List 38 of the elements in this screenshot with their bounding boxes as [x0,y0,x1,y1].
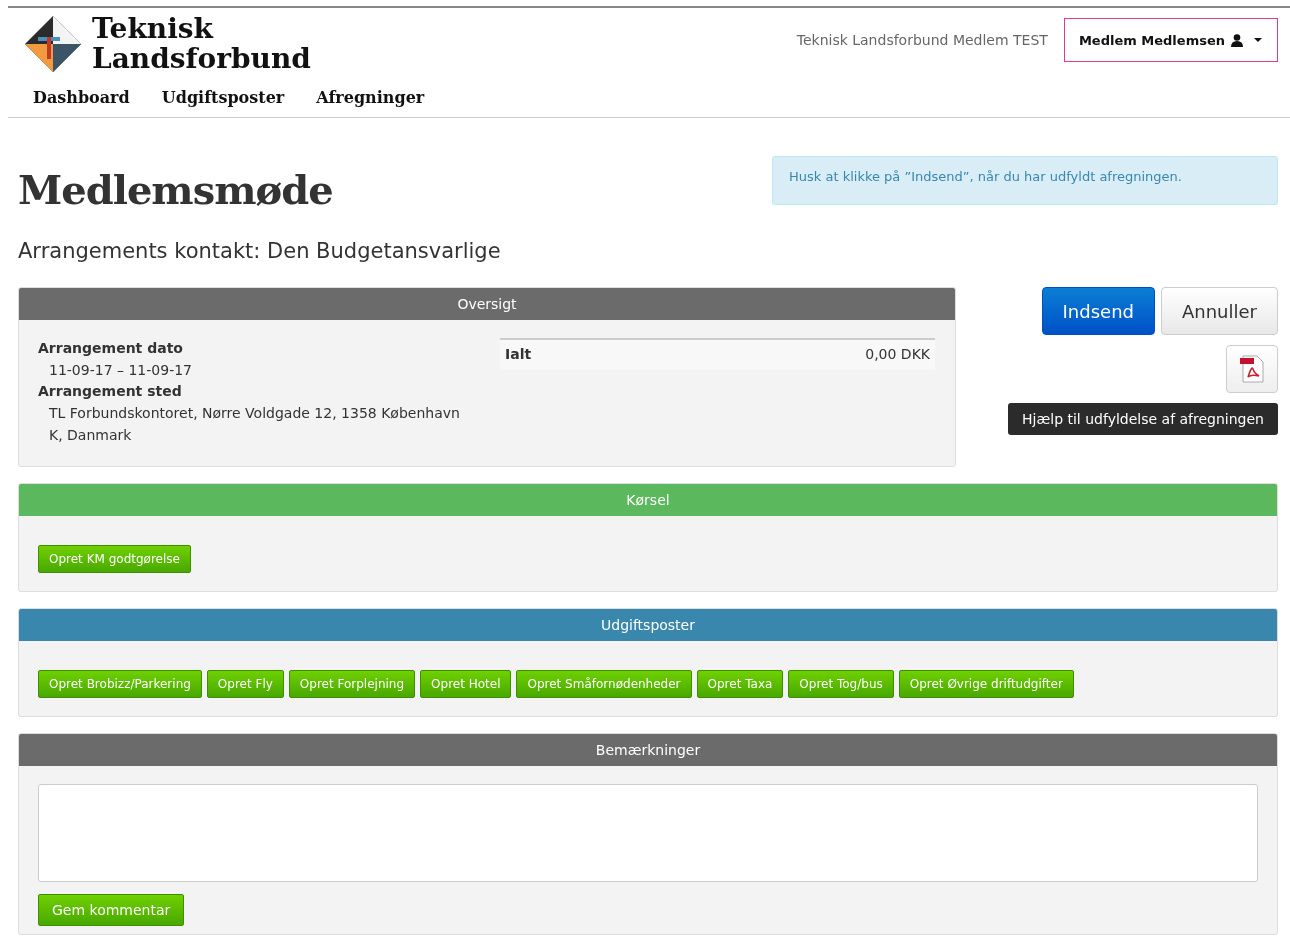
pdf-file-icon [1240,355,1264,383]
logo-text: Teknisk Landsforbund [92,14,311,74]
nav-link[interactable]: Afregninger [316,88,425,107]
panel-header: Oversigt [19,288,955,320]
logo-icon [24,15,82,73]
nav-link[interactable]: Dashboard [33,88,130,107]
create-button[interactable]: Opret Brobizz/Parkering [38,670,202,698]
create-button[interactable]: Opret Tog/bus [788,670,894,698]
page-title: Medlemsmøde [18,166,333,213]
help-button[interactable]: Hjælp til udfyldelse af afregningen [1008,403,1278,435]
comment-field[interactable] [38,784,1258,882]
detail-label: Arrangement sted [38,382,183,401]
user-icon [1231,33,1243,47]
create-button[interactable]: Opret Forplejning [288,670,416,698]
info-alert: Husk at klikke på ”Indsend”, når du har udfyldt afregningen. [772,156,1278,205]
submit-button[interactable]: Indsend [1041,287,1155,335]
site-label: Teknisk Landsforbund Medlem TEST [796,32,1048,48]
create-button[interactable]: Opret Småfornødenheder [516,670,692,698]
panel-header: Kørsel [19,484,1277,516]
detail-value: TL Forbundskontoret, Nørre Voldgade 12, 1358 København K, Danmark [48,404,461,445]
create-button[interactable]: Opret Øvrige driftudgifter [898,670,1074,698]
cancel-button[interactable]: Annuller [1161,287,1278,335]
create-button[interactable]: Opret Taxa [696,670,784,698]
detail-value: 11-09-17 – 11-09-17 [48,361,193,380]
caret-icon [1253,37,1263,43]
pdf-button[interactable] [1226,345,1278,393]
save-comment-button[interactable]: Gem kommentar [38,894,185,926]
nav-link[interactable]: Udgiftsposter [161,88,285,107]
detail-label: Arrangement dato [38,339,184,358]
create-button[interactable]: Opret Fly [206,670,284,698]
total-value: 0,00 DKK [865,346,930,364]
total-label: Ialt [505,346,532,364]
contact-text: Arrangements kontakt: Den Budgetansvarlige [18,239,502,263]
create-button[interactable]: Opret Hotel [420,670,512,698]
user-menu[interactable]: Medlem Medlemsen [1063,18,1278,62]
create-button[interactable]: Opret KM godtgørelse [38,545,191,573]
panel-header: Udgiftsposter [19,609,1277,641]
panel-header: Bemærkninger [19,734,1277,766]
